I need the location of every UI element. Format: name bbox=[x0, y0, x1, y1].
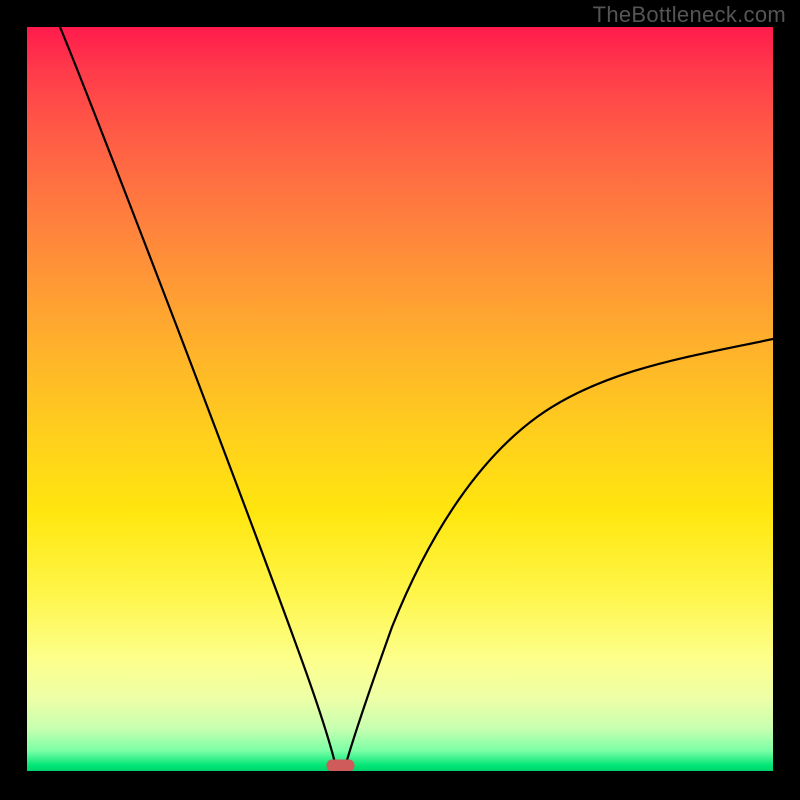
watermark-text: TheBottleneck.com bbox=[593, 2, 786, 28]
plot-area bbox=[27, 27, 773, 773]
optimum-marker bbox=[327, 760, 354, 771]
x-axis-line bbox=[27, 771, 773, 773]
curve-left-branch bbox=[60, 27, 336, 767]
curve-right-branch bbox=[345, 339, 773, 767]
frame: TheBottleneck.com bbox=[0, 0, 800, 800]
bottleneck-curve bbox=[27, 27, 773, 773]
